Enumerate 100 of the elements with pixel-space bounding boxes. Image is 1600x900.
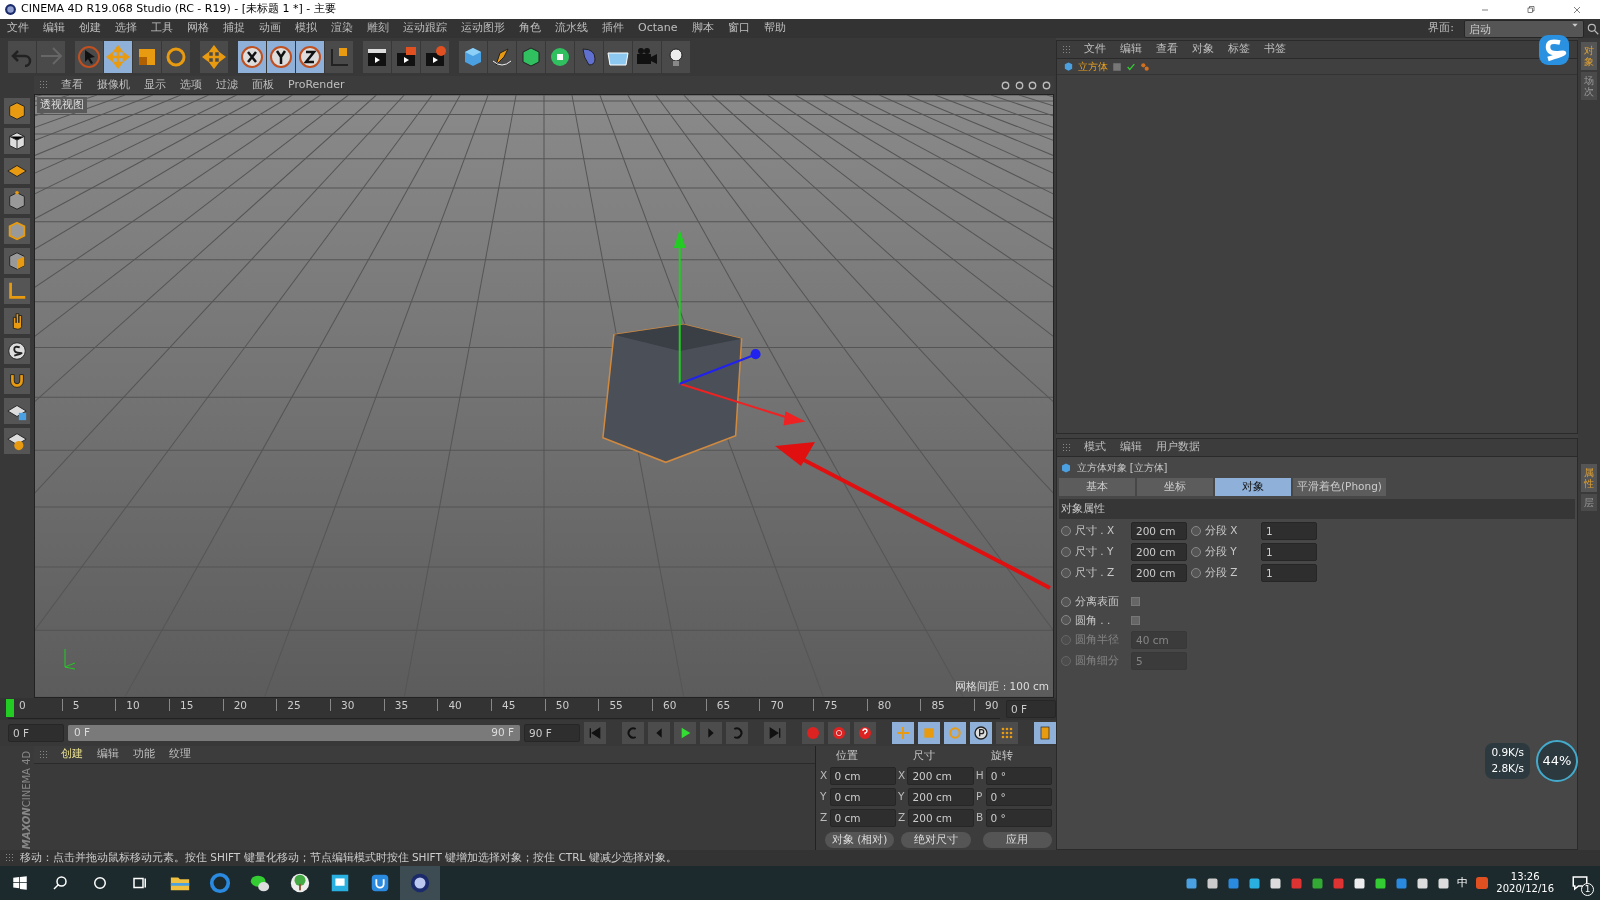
menu-item[interactable]: 角色 xyxy=(512,20,548,37)
points-cube-tool-button[interactable] xyxy=(4,188,30,214)
checker-cube-tool-button[interactable] xyxy=(4,128,30,154)
menu-item[interactable]: 脚本 xyxy=(684,20,721,37)
animation-radio[interactable] xyxy=(1061,567,1071,578)
menu-item[interactable]: 动画 xyxy=(252,20,288,37)
y-axis-tool-button[interactable] xyxy=(267,41,295,73)
menu-item[interactable]: 编辑 xyxy=(36,20,72,37)
viewport-menu-item[interactable]: ProRender xyxy=(281,76,352,94)
menu-item[interactable]: 雕刻 xyxy=(360,20,396,37)
rotation-field[interactable]: 0 ° xyxy=(985,808,1052,827)
cube-tool-button[interactable] xyxy=(4,98,30,124)
attribute-tab[interactable]: 对象 xyxy=(1215,478,1291,496)
viewport-menu-item[interactable]: 选项 xyxy=(173,76,209,94)
menu-item[interactable]: Octane xyxy=(631,20,685,37)
object-menu-item[interactable]: 对象 xyxy=(1185,41,1221,58)
light-bulb-tool-button[interactable] xyxy=(662,41,690,73)
number-field[interactable]: 200 cm xyxy=(1131,542,1187,561)
attribute-tab[interactable]: 坐标 xyxy=(1137,478,1213,496)
object-menu-item[interactable]: 文件 xyxy=(1077,41,1113,58)
object-menu-item[interactable]: 查看 xyxy=(1149,41,1185,58)
rotation-field[interactable]: 0 ° xyxy=(985,787,1052,806)
workplane-tool-button[interactable] xyxy=(4,428,30,454)
animation-radio[interactable] xyxy=(1061,596,1071,607)
material-menu-item[interactable]: 编辑 xyxy=(90,746,126,763)
sogou-icon[interactable] xyxy=(1474,875,1491,891)
pan-icon[interactable] xyxy=(1000,79,1011,91)
size-field[interactable]: 200 cm xyxy=(907,787,974,806)
start-frame-field[interactable]: 0 F xyxy=(8,724,64,742)
object-menu-item[interactable]: 编辑 xyxy=(1113,41,1149,58)
scale-tool-button[interactable] xyxy=(133,41,161,73)
input-method-indicator[interactable]: 中 xyxy=(1457,874,1469,892)
position-field[interactable]: 0 cm xyxy=(829,787,896,806)
attribute-menu-item[interactable]: 编辑 xyxy=(1113,439,1149,456)
viewport-menu-item[interactable]: 显示 xyxy=(137,76,173,94)
number-field[interactable]: 200 cm xyxy=(1131,563,1187,582)
cursor-tool-button[interactable] xyxy=(75,41,103,73)
play-button[interactable] xyxy=(674,722,696,744)
cloner-tool-button[interactable] xyxy=(546,41,574,73)
rotation-field[interactable]: 0 ° xyxy=(985,766,1052,785)
end-frame-field[interactable]: 90 F xyxy=(524,724,580,742)
number-field[interactable]: 1 xyxy=(1261,563,1317,582)
menu-item[interactable]: 文件 xyxy=(0,20,36,37)
cube-tool-button[interactable] xyxy=(459,41,487,73)
number-field[interactable]: 1 xyxy=(1261,521,1317,540)
floor-tool-button[interactable] xyxy=(604,41,632,73)
position-field[interactable]: 0 cm xyxy=(829,808,896,827)
menu-item[interactable]: 创建 xyxy=(72,20,108,37)
object-menu-item[interactable]: 标签 xyxy=(1221,41,1257,58)
menu-item[interactable]: 模拟 xyxy=(288,20,324,37)
autokey-button[interactable] xyxy=(828,722,850,744)
animation-radio[interactable] xyxy=(1061,546,1071,557)
attribute-tab[interactable]: 平滑着色(Phong) xyxy=(1293,478,1386,496)
zoom-icon[interactable] xyxy=(1013,79,1025,91)
viewport-menu-item[interactable]: 过滤 xyxy=(209,76,245,94)
pen-tool-button[interactable] xyxy=(488,41,516,73)
search-icon[interactable] xyxy=(1586,21,1600,36)
interface-dropdown[interactable]: 启动 xyxy=(1463,19,1584,38)
tag-icon[interactable] xyxy=(1140,61,1150,72)
menu-item[interactable]: 渲染 xyxy=(324,20,360,37)
viewport-menu-item[interactable]: 摄像机 xyxy=(90,76,137,94)
material-menu-item[interactable]: 纹理 xyxy=(162,746,198,763)
menu-item[interactable]: 运动图形 xyxy=(454,20,512,37)
polygon-cube-tool-button[interactable] xyxy=(4,248,30,274)
size-field[interactable]: 200 cm xyxy=(907,808,974,827)
maximize-icon[interactable] xyxy=(1040,79,1052,91)
grid-plane-tool-button[interactable] xyxy=(4,158,30,184)
notification-button[interactable]: 1 xyxy=(1560,866,1600,900)
viewport-menu-item[interactable]: 面板 xyxy=(245,76,281,94)
menu-item[interactable]: 运动跟踪 xyxy=(396,20,454,37)
viewport-menu-item[interactable]: 查看 xyxy=(54,76,90,94)
viewport[interactable]: 透视视图 网格间距 : 100 cm xyxy=(34,94,1054,698)
menu-item[interactable]: 网格 xyxy=(180,20,216,37)
menu-item[interactable]: 窗口 xyxy=(720,20,757,37)
x-axis-tool-button[interactable] xyxy=(238,41,266,73)
axis-tool-button[interactable] xyxy=(4,278,30,304)
orbit-icon[interactable] xyxy=(1027,79,1038,91)
coordinate-mode-dropdown[interactable]: 对象 (相对) xyxy=(825,832,895,849)
clock[interactable]: 13:26 2020/12/16 xyxy=(1496,871,1554,895)
attribute-tab[interactable]: 基本 xyxy=(1059,478,1135,496)
menu-item[interactable]: 选择 xyxy=(108,20,144,37)
apply-button[interactable]: 应用 xyxy=(982,832,1052,849)
animation-radio[interactable] xyxy=(1061,615,1071,626)
menu-item[interactable]: 帮助 xyxy=(756,20,793,37)
material-menu-item[interactable]: 功能 xyxy=(126,746,162,763)
help-key-button[interactable] xyxy=(854,722,876,744)
clapperboard-tool-button[interactable] xyxy=(363,41,391,73)
material-menu-item[interactable]: 创建 xyxy=(54,746,90,763)
attribute-menu-item[interactable]: 模式 xyxy=(1077,439,1113,456)
menu-item[interactable]: 插件 xyxy=(595,20,631,37)
menu-item[interactable]: 工具 xyxy=(144,20,180,37)
visibility-toggle-icon[interactable] xyxy=(1112,61,1122,72)
locked-grid-tool-button[interactable] xyxy=(4,398,30,424)
move-tool-button[interactable] xyxy=(200,41,228,73)
animation-radio[interactable] xyxy=(1191,567,1201,578)
attribute-menu-item[interactable]: 用户数据 xyxy=(1149,439,1207,456)
object-name[interactable]: 立方体 xyxy=(1078,59,1108,74)
checkbox[interactable] xyxy=(1131,597,1140,607)
animation-radio[interactable] xyxy=(1191,546,1201,557)
point-level-button[interactable] xyxy=(996,722,1018,744)
